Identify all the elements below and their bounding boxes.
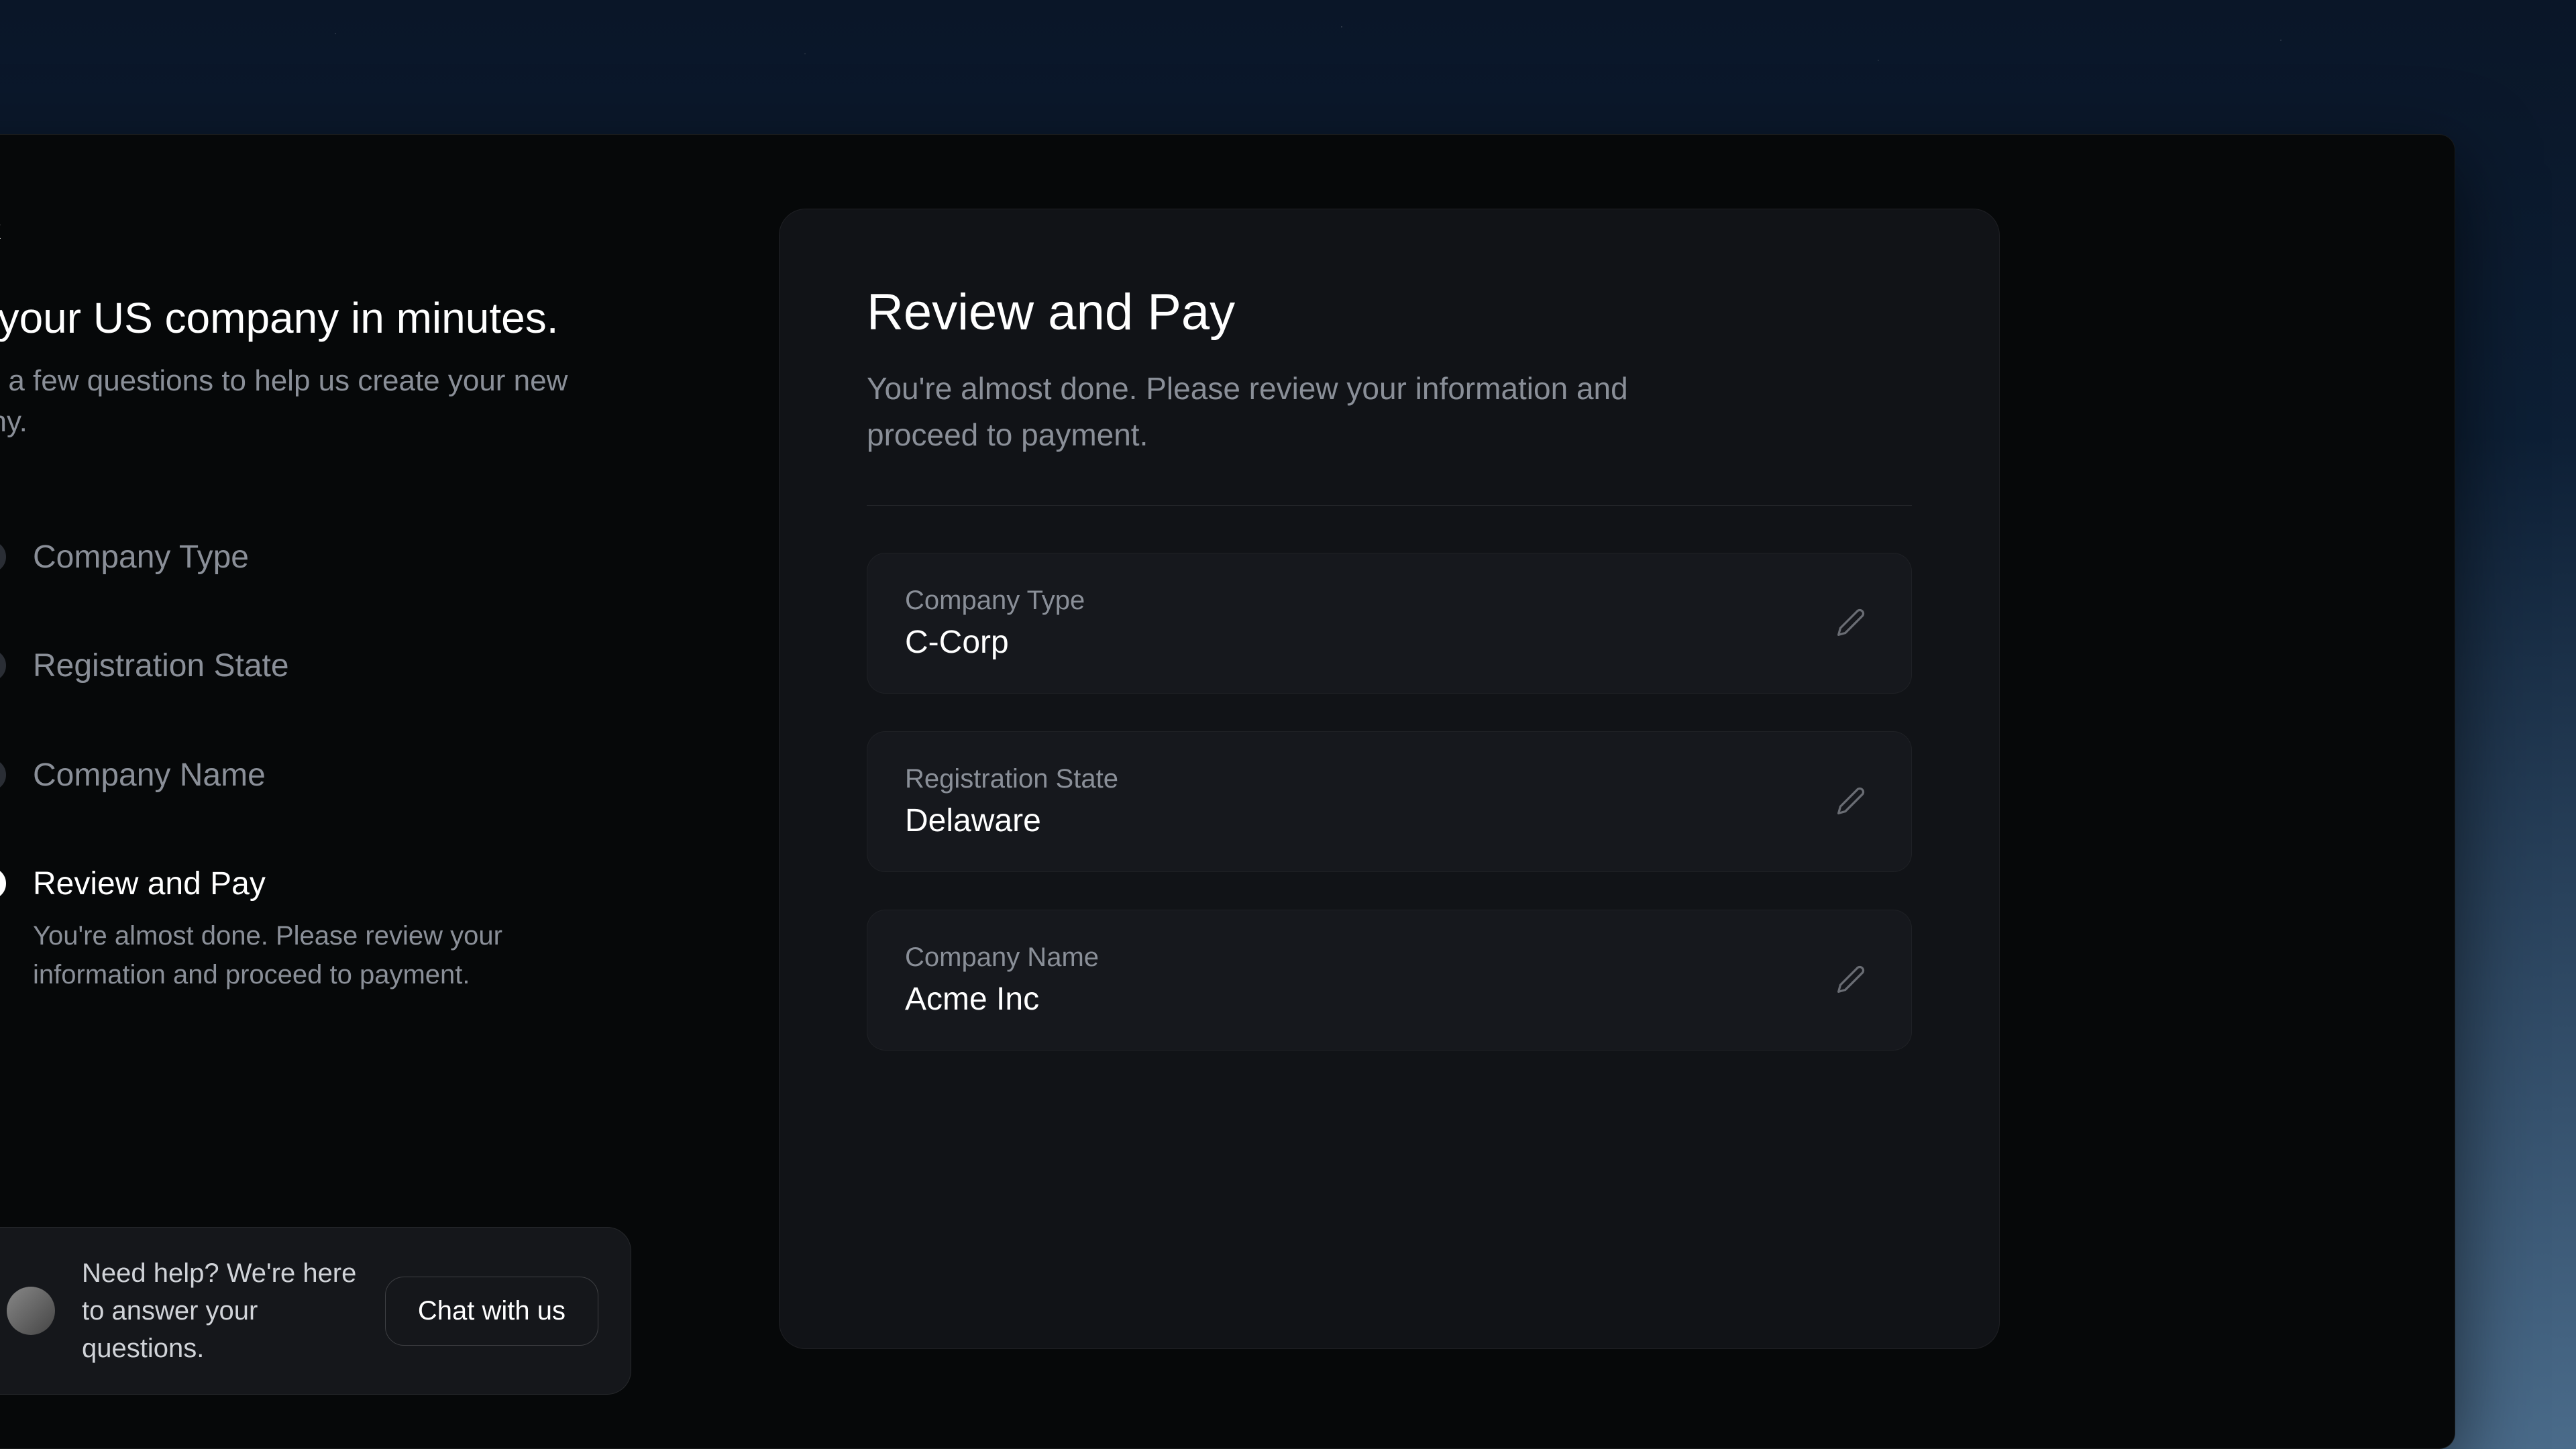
- review-item-text: Company Type C-Corp: [905, 586, 1085, 661]
- step-description: You're almost done. Please review your i…: [33, 916, 543, 994]
- help-card: Need help? We're here to answer your que…: [0, 1227, 631, 1395]
- step-content: Review and Pay You're almost done. Pleas…: [33, 863, 685, 994]
- divider: [867, 505, 1912, 506]
- sidebar: ck t your US company in minutes. er a fe…: [0, 135, 752, 1448]
- step-label: Company Type: [33, 537, 685, 578]
- review-item-value: C-Corp: [905, 624, 1085, 661]
- step-label: Company Name: [33, 755, 685, 796]
- review-item-registration-state: Registration State Delaware: [867, 731, 1912, 872]
- step-content: Company Type: [33, 537, 685, 578]
- review-item-value: Delaware: [905, 802, 1118, 839]
- step-review-and-pay[interactable]: Review and Pay You're almost done. Pleas…: [0, 863, 685, 1061]
- step-indicator-icon: [0, 759, 6, 791]
- main-panel: Review and Pay You're almost done. Pleas…: [752, 135, 2455, 1448]
- review-item-label: Company Type: [905, 586, 1085, 616]
- review-item-label: Company Name: [905, 943, 1099, 973]
- step-content: Company Name: [33, 755, 685, 796]
- steps-list: Company Type Registration State Company …: [0, 537, 685, 1061]
- step-indicator-icon: [0, 649, 6, 682]
- edit-registration-state-button[interactable]: [1828, 778, 1874, 826]
- review-subtitle: You're almost done. Please review your i…: [867, 366, 1672, 458]
- back-label: ck: [0, 215, 1, 246]
- step-content: Registration State: [33, 645, 685, 687]
- review-item-text: Registration State Delaware: [905, 764, 1118, 839]
- review-title: Review and Pay: [867, 283, 1912, 341]
- pencil-icon: [1836, 629, 1866, 639]
- review-item-text: Company Name Acme Inc: [905, 943, 1099, 1018]
- step-indicator-icon: [0, 867, 6, 900]
- edit-company-name-button[interactable]: [1828, 957, 1874, 1004]
- step-label: Review and Pay: [33, 863, 685, 905]
- review-card: Review and Pay You're almost done. Pleas…: [779, 209, 2000, 1349]
- chat-with-us-button[interactable]: Chat with us: [385, 1277, 598, 1346]
- step-registration-state[interactable]: Registration State: [0, 645, 685, 754]
- step-company-name[interactable]: Company Name: [0, 755, 685, 863]
- review-item-value: Acme Inc: [905, 981, 1099, 1018]
- pencil-icon: [1836, 986, 1866, 996]
- step-label: Registration State: [33, 645, 685, 687]
- app-window: ck t your US company in minutes. er a fe…: [0, 134, 2455, 1449]
- review-items: Company Type C-Corp Registration State: [867, 553, 1912, 1051]
- step-indicator-icon: [0, 541, 6, 573]
- review-item-company-type: Company Type C-Corp: [867, 553, 1912, 694]
- pencil-icon: [1836, 808, 1866, 818]
- edit-company-type-button[interactable]: [1828, 600, 1874, 647]
- help-text: Need help? We're here to answer your que…: [82, 1254, 358, 1367]
- review-item-label: Registration State: [905, 764, 1118, 794]
- avatar: [7, 1287, 55, 1335]
- review-item-company-name: Company Name Acme Inc: [867, 910, 1912, 1051]
- step-company-type[interactable]: Company Type: [0, 537, 685, 645]
- headline: t your US company in minutes.: [0, 292, 685, 344]
- subheadline: er a few questions to help us create you…: [0, 360, 618, 443]
- back-link[interactable]: ck: [0, 215, 685, 246]
